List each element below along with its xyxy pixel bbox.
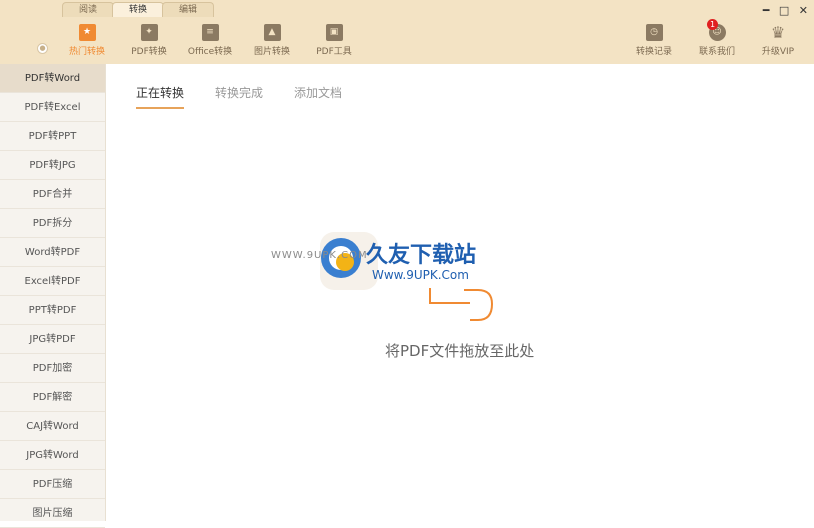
drop-hint-text: 将PDF文件拖放至此处 — [385, 342, 535, 360]
watermark-subtitle: Www.9UPK.Com — [372, 268, 469, 282]
hand-pointer-icon — [464, 289, 494, 321]
watermark-url-left: WWW.9UPK.COM — [271, 250, 368, 261]
watermark-title: 久友下载站 — [366, 243, 477, 268]
